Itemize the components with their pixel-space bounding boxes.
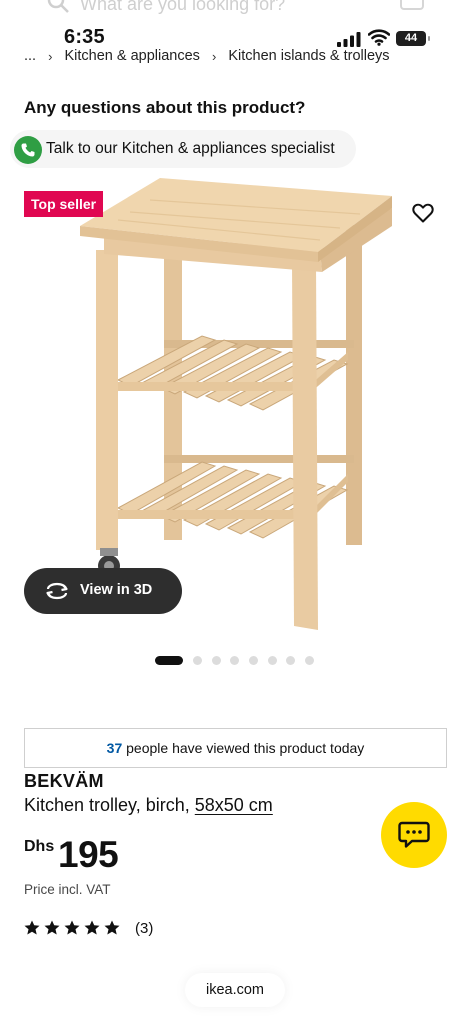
specialist-link[interactable]: Talk to our Kitchen & appliances special… xyxy=(10,130,356,168)
search-icon xyxy=(47,0,69,13)
carousel-dot[interactable] xyxy=(212,656,221,665)
questions-heading: Any questions about this product? xyxy=(24,98,306,117)
review-count: (3) xyxy=(135,920,154,937)
product-description: Kitchen trolley, birch, 58x50 cm xyxy=(24,795,273,816)
carousel-dot[interactable] xyxy=(268,656,277,665)
carousel-dot[interactable] xyxy=(230,656,239,665)
breadcrumb-ellipsis[interactable]: ... xyxy=(24,48,36,64)
star-icon xyxy=(44,920,60,935)
breadcrumb-kitchen-islands[interactable]: Kitchen islands & trolleys xyxy=(228,48,389,64)
product-name: BEKVÄM xyxy=(24,771,104,791)
star-icon xyxy=(84,920,100,935)
search-bar[interactable]: What are you looking for? xyxy=(0,0,470,22)
carousel-dot[interactable] xyxy=(286,656,295,665)
rotate-3d-icon xyxy=(46,582,68,600)
product-size-link[interactable]: 58x50 cm xyxy=(195,795,273,815)
battery-indicator: 44 xyxy=(396,31,430,46)
carousel-dot[interactable] xyxy=(305,656,314,665)
chevron-right-icon: › xyxy=(211,48,217,64)
view-in-3d-button[interactable]: View in 3D xyxy=(24,568,182,614)
viewed-text: people have viewed this product today xyxy=(126,740,365,756)
browser-url-pill[interactable]: ikea.com xyxy=(185,973,285,1007)
viewed-count: 37 xyxy=(106,740,123,756)
status-time: 6:35 xyxy=(64,26,105,48)
price-note: Price incl. VAT xyxy=(24,882,111,897)
carousel-dot[interactable] xyxy=(249,656,258,665)
star-icon xyxy=(64,920,80,935)
carousel-dot-active[interactable] xyxy=(155,656,183,665)
chat-icon xyxy=(398,821,430,848)
phone-icon xyxy=(14,136,42,164)
product-description-text: Kitchen trolley, birch, xyxy=(24,795,190,815)
rating-stars xyxy=(24,920,124,940)
chat-button[interactable] xyxy=(381,802,447,868)
star-icon xyxy=(104,920,120,935)
search-input[interactable]: What are you looking for? xyxy=(80,0,285,15)
wifi-icon xyxy=(368,29,390,46)
viewed-notice: 37 people have viewed this product today xyxy=(24,728,447,768)
star-icon xyxy=(24,920,40,935)
product-page: What are you looking for? 6:35 44 ... › … xyxy=(0,0,470,1024)
view-in-3d-label: View in 3D xyxy=(80,582,153,598)
price-amount: 195 xyxy=(58,834,119,875)
heart-icon[interactable] xyxy=(412,203,434,223)
carousel-dot[interactable] xyxy=(193,656,202,665)
price-currency: Dhs xyxy=(24,838,55,855)
top-seller-badge: Top seller xyxy=(24,191,104,217)
breadcrumb: ... › Kitchen & appliances › Kitchen isl… xyxy=(24,48,390,68)
breadcrumb-kitchen-appliances[interactable]: Kitchen & appliances xyxy=(65,48,200,64)
chevron-right-icon: › xyxy=(48,48,53,64)
signal-icon xyxy=(337,32,361,47)
camera-icon[interactable] xyxy=(400,0,424,10)
